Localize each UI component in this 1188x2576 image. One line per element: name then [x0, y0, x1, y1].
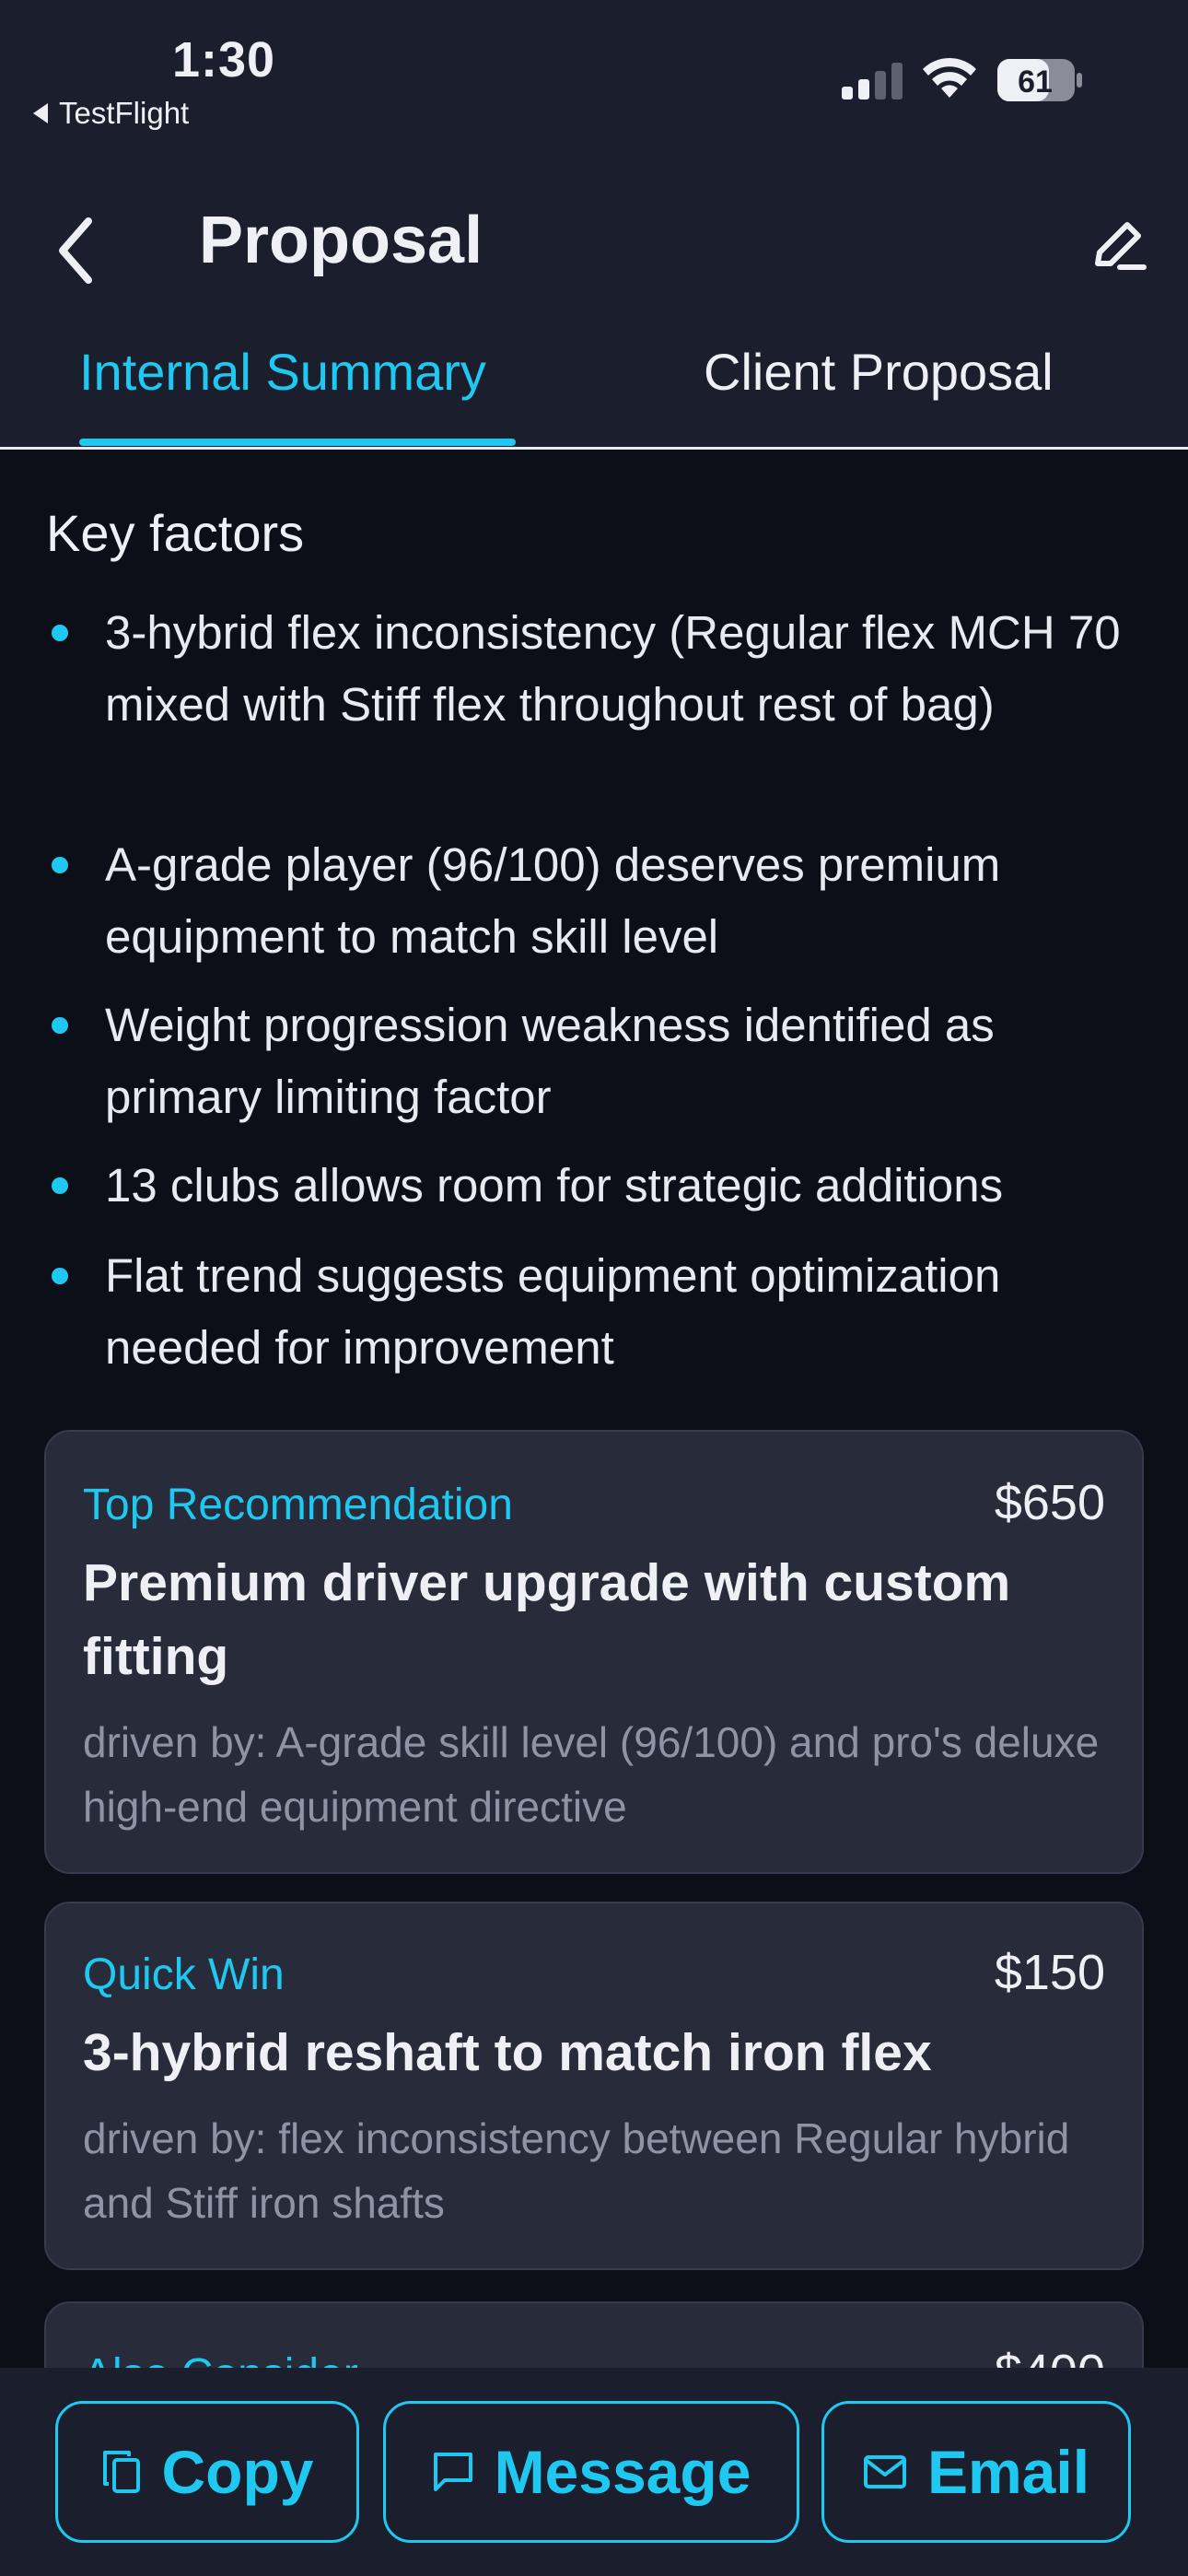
tab-client-proposal[interactable]: Client Proposal: [704, 343, 1054, 402]
copy-button[interactable]: Copy: [55, 2401, 359, 2543]
app-header: Proposal Internal Summary Client Proposa…: [0, 166, 1188, 450]
recommendation-label: Top Recommendation: [83, 1481, 513, 1529]
factor-text: Flat trend suggests equipment optimizati…: [105, 1249, 1001, 1374]
factor-text: A-grade player (96/100) deserves premium…: [105, 838, 1001, 963]
message-label: Message: [494, 2438, 751, 2506]
email-label: Email: [926, 2438, 1090, 2506]
back-to-testflight-link[interactable]: TestFlight: [33, 96, 189, 131]
recommendation-title: 3-hybrid reshaft to match iron flex: [83, 2023, 932, 2082]
proposal-screen: 1:30 TestFlight 61 Proposal Internal Sum…: [0, 0, 1188, 2576]
back-app-label: TestFlight: [59, 96, 190, 130]
battery-icon: 61: [997, 59, 1082, 101]
status-time: 1:30: [172, 32, 276, 88]
page-title: Proposal: [199, 204, 483, 277]
tab-internal-summary[interactable]: Internal Summary: [79, 343, 486, 402]
message-button[interactable]: Message: [383, 2401, 799, 2543]
active-tab-indicator: [79, 439, 516, 446]
factor-text: 13 clubs allows room for strategic addit…: [105, 1159, 1004, 1212]
wifi-icon: [923, 57, 976, 98]
factor-text: 3-hybrid flex inconsistency (Regular fle…: [105, 606, 1121, 731]
bullet-icon: [52, 625, 68, 641]
bullet-icon: [52, 1177, 68, 1194]
content-scroll-area[interactable]: Key factors 3-hybrid flex inconsistency …: [0, 450, 1188, 2368]
back-triangle-icon: [33, 103, 48, 123]
bullet-icon: [52, 1268, 68, 1284]
envelope-icon: [863, 2455, 906, 2488]
recommendation-price: $150: [994, 1945, 1105, 2000]
edit-pencil-icon[interactable]: [1087, 212, 1151, 276]
recommendation-price: $400: [995, 2344, 1105, 2368]
bottom-action-bar: Copy Message Email: [0, 2368, 1188, 2576]
recommendation-label: Quick Win: [83, 1950, 285, 1999]
factor-text: Weight progression weakness identified a…: [105, 999, 995, 1123]
recommendation-label: Also Consider: [83, 2349, 358, 2368]
recommendation-card-top[interactable]: Top Recommendation $650 Premium driver u…: [44, 1430, 1144, 1874]
battery-level: 61: [1018, 64, 1053, 100]
recommendation-title: Premium driver upgrade with custom fitti…: [83, 1553, 1011, 1686]
recommendation-driver: driven by: flex inconsistency between Re…: [83, 2114, 1070, 2227]
back-chevron-icon[interactable]: [53, 214, 99, 287]
cellular-signal-icon: [842, 63, 903, 100]
recommendation-driver: driven by: A-grade skill level (96/100) …: [83, 1718, 1100, 1831]
bullet-icon: [52, 857, 68, 873]
copy-label: Copy: [161, 2438, 314, 2506]
email-button[interactable]: Email: [821, 2401, 1131, 2543]
copy-icon: [102, 2451, 140, 2493]
bullet-icon: [52, 1017, 68, 1034]
key-factors-heading: Key factors: [46, 504, 305, 562]
recommendation-card-quick-win[interactable]: Quick Win $150 3-hybrid reshaft to match…: [44, 1902, 1144, 2270]
recommendation-card-also-consider[interactable]: Also Consider $400: [44, 2301, 1144, 2368]
message-bubble-icon: [433, 2453, 472, 2491]
recommendation-price: $650: [994, 1475, 1105, 1530]
status-bar: 1:30 TestFlight 61: [0, 0, 1188, 166]
